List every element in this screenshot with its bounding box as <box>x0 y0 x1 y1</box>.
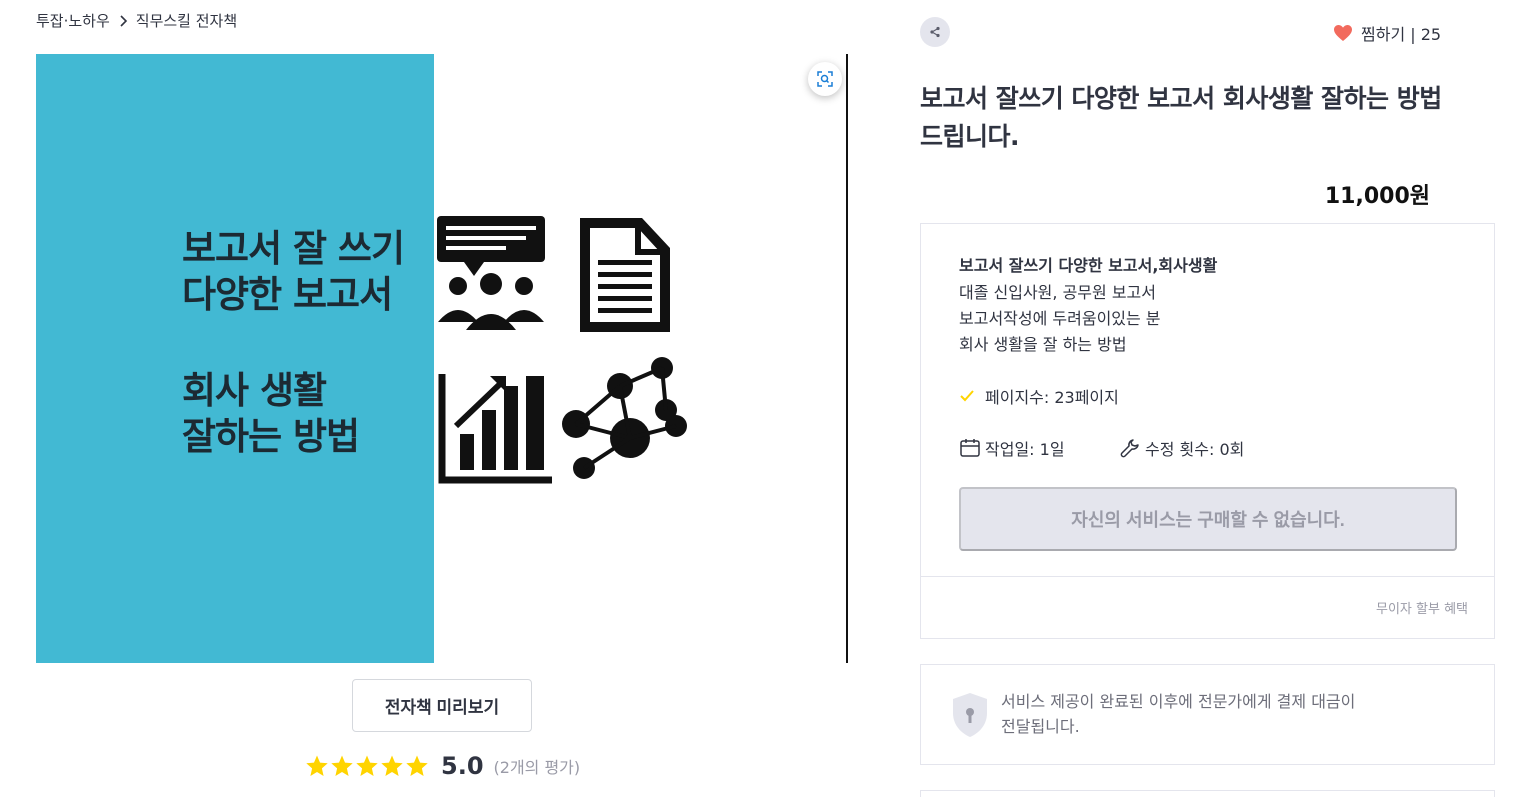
product-image[interactable]: 보고서 잘 쓰기 다양한 보고서 회사 생활 잘하는 방법 <box>36 54 848 663</box>
star-icon <box>331 755 353 776</box>
star-icon <box>381 755 403 776</box>
check-icon <box>960 390 974 402</box>
divider <box>921 576 1494 577</box>
package-revisions-label: 수정 횟수: 0회 <box>1145 440 1245 459</box>
cover-illustration <box>437 216 687 484</box>
zoom-icon <box>817 71 833 87</box>
package-work-days: 작업일: 1일 <box>959 436 1065 460</box>
package-revisions: 수정 횟수: 0회 <box>1119 436 1244 460</box>
calendar-icon <box>960 439 980 457</box>
cover-title-block: 보고서 잘 쓰기 다양한 보고서 <box>182 226 405 318</box>
share-button[interactable] <box>920 17 950 47</box>
wishlist-button[interactable]: 찜하기 | 25 <box>1333 21 1441 45</box>
payment-notice: 서비스 제공이 완료된 이후에 전문가에게 결제 대금이 전달됩니다. <box>920 664 1495 765</box>
package-desc-line: 보고서작성에 두려움이있는 분 <box>959 309 1161 328</box>
star-icon <box>356 755 378 776</box>
zoom-button[interactable] <box>808 62 842 96</box>
heart-icon <box>1334 25 1352 41</box>
cover-subtitle-block: 회사 생활 잘하는 방법 <box>182 368 360 460</box>
rating-score: 5.0 <box>441 752 484 780</box>
wrench-icon <box>1120 439 1139 458</box>
package-name: 보고서 잘쓰기 다양한 보고서,회사생활 <box>959 256 1218 275</box>
installment-benefit-link[interactable]: 무이자 할부 혜택 <box>1376 598 1468 617</box>
shield-icon <box>953 693 987 737</box>
cover-icons-panel <box>434 54 846 663</box>
next-section-card <box>920 790 1495 797</box>
rating-count[interactable]: (2개의 평가) <box>494 754 581 778</box>
package-card: 보고서 잘쓰기 다양한 보고서,회사생활 대졸 신입사원, 공무원 보고서 보고… <box>920 223 1495 639</box>
rating-summary: 5.0 (2개의 평가) <box>305 752 580 780</box>
payment-notice-text: 서비스 제공이 완료된 이후에 전문가에게 결제 대금이 전달됩니다. <box>1001 689 1355 739</box>
chevron-right-icon <box>116 14 130 28</box>
package-pages-label: 페이지수: 23페이지 <box>985 388 1119 407</box>
share-icon <box>930 26 940 38</box>
cover-line-4: 잘하는 방법 <box>182 415 360 458</box>
cover-line-2: 다양한 보고서 <box>182 273 393 316</box>
star-icon <box>406 755 428 776</box>
product-title: 보고서 잘쓰기 다양한 보고서 회사생활 잘하는 방법 드립니다. <box>920 84 1442 151</box>
wishlist-label: 찜하기 | 25 <box>1361 25 1442 44</box>
payment-notice-line: 서비스 제공이 완료된 이후에 전문가에게 결제 대금이 <box>1001 692 1356 711</box>
breadcrumb: 투잡·노하우 직무스킬 전자책 <box>36 10 237 31</box>
product-price: 11,000원 <box>1324 184 1430 209</box>
package-work-days-label: 작업일: 1일 <box>985 440 1065 459</box>
ebook-preview-button[interactable]: 전자책 미리보기 <box>352 679 532 732</box>
cover-line-3: 회사 생활 <box>182 369 327 412</box>
package-desc-line: 대졸 신입사원, 공무원 보고서 <box>959 283 1156 302</box>
package-pages: 페이지수: 23페이지 <box>959 384 1119 408</box>
breadcrumb-subcategory-link[interactable]: 직무스킬 전자책 <box>136 10 237 31</box>
package-description: 대졸 신입사원, 공무원 보고서 보고서작성에 두려움이있는 분 회사 생활을 … <box>959 280 1161 358</box>
payment-notice-line: 전달됩니다. <box>1001 717 1080 736</box>
breadcrumb-category-link[interactable]: 투잡·노하우 <box>36 10 110 31</box>
cover-accent-panel <box>36 54 434 663</box>
package-desc-line: 회사 생활을 잘 하는 방법 <box>959 335 1127 354</box>
rating-stars <box>305 754 429 778</box>
star-icon <box>306 755 328 776</box>
cover-line-1: 보고서 잘 쓰기 <box>182 227 405 270</box>
purchase-button-disabled[interactable]: 자신의 서비스는 구매할 수 없습니다. <box>959 487 1457 551</box>
